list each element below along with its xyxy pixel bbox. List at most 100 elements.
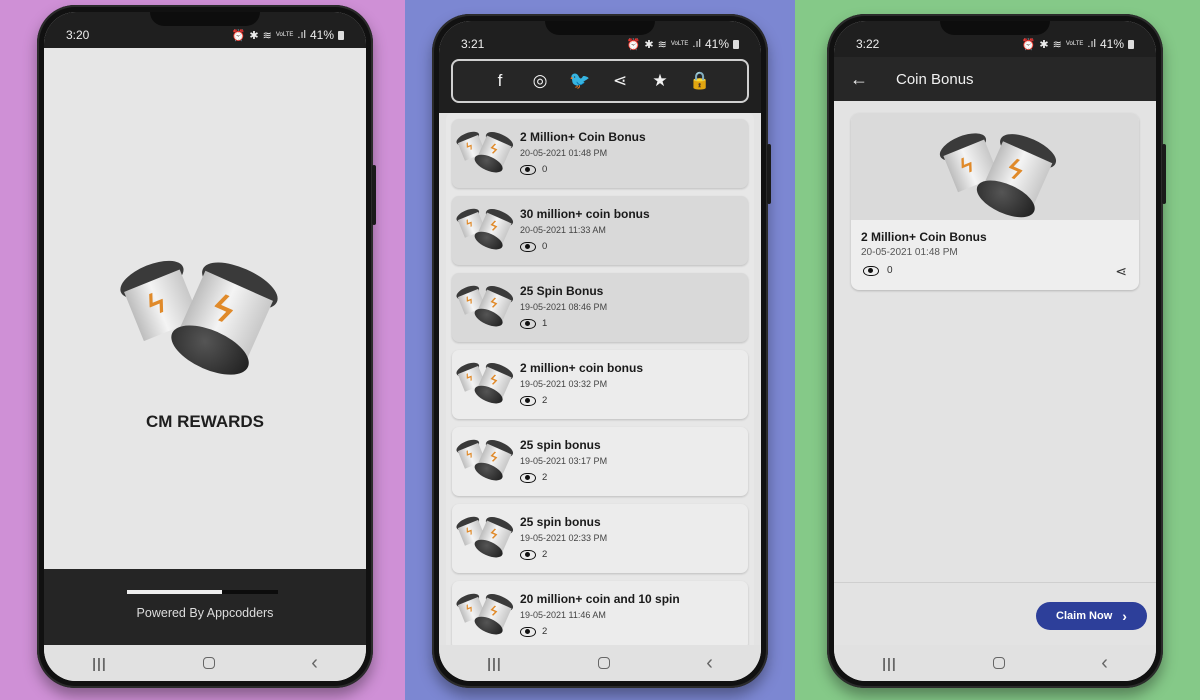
view-count-value: 2 [542,472,548,483]
progress-fill [127,590,223,594]
power-button [372,165,376,225]
bonus-list[interactable]: ϟ ϟ 2 Million+ Coin Bonus 20-05-2021 01:… [446,113,754,645]
item-date: 19-05-2021 02:33 PM [520,533,608,543]
item-views: 2 [520,626,547,637]
divider [834,582,1156,583]
app-bar: ← Coin Bonus [834,57,1156,101]
eye-icon [520,472,536,483]
eye-icon [520,549,536,560]
list-item[interactable]: ϟ ϟ 30 million+ coin bonus 20-05-2021 11… [452,196,748,265]
splash-content: ϟ ϟ CM REWARDS [44,48,366,569]
signal-icon: .ıl [297,29,306,41]
item-title: 25 spin bonus [520,515,601,529]
claim-now-button[interactable]: Claim Now › [1036,602,1147,630]
eye-icon [520,164,536,175]
item-views: 2 [520,395,547,406]
eye-icon [520,395,536,406]
list-item[interactable]: ϟ ϟ 25 Spin Bonus 19-05-2021 08:46 PM 1 [452,273,748,342]
phone-detail: 3:22 ⏰ ✱ ≋ VoLTE .ıl 41% ← Coin Bonus ϟ … [827,14,1166,688]
power-button [767,144,771,204]
phone-splash: 3:20 ⏰ ✱ ≋ VoLTE .ıl 41% ϟ ϟ CM REWARDS [37,5,376,688]
list-screen: 3:21 ⏰ ✱ ≋ VoLTE .ıl 41% f ◎ 🐦 ⋖ ★ 🔒 ϟ ϟ 2 Mi… [439,21,761,681]
coin-thumbnail-icon: ϟ ϟ [454,205,517,254]
phone-list: 3:21 ⏰ ✱ ≋ VoLTE .ıl 41% f ◎ 🐦 ⋖ ★ 🔒 ϟ ϟ 2 Mi… [432,14,771,688]
bonus-date: 20-05-2021 01:48 PM [861,247,958,258]
volte-icon: VoLTE [275,32,294,38]
item-title: 25 spin bonus [520,438,601,452]
battery-percent: 41% [1099,37,1124,51]
coin-thumbnail-icon: ϟ ϟ [454,359,517,408]
wifi-icon: ≋ [657,38,667,51]
item-views: 2 [520,472,547,483]
battery-percent: 41% [309,28,334,42]
splash-screen: 3:20 ⏰ ✱ ≋ VoLTE .ıl 41% ϟ ϟ CM REWARDS [44,12,366,681]
coin-thumbnail-icon: ϟ ϟ [454,436,517,485]
home-icon[interactable] [993,657,1006,669]
signal-icon: .ıl [692,38,701,50]
instagram-icon[interactable]: ◎ [528,71,552,91]
camera-notch [545,21,655,35]
home-icon[interactable] [203,657,216,669]
star-icon[interactable]: ★ [648,71,672,91]
page-title: Coin Bonus [896,70,974,88]
camera-notch [940,21,1050,35]
eye-icon [520,241,536,252]
alarm-icon: ⏰ [231,29,246,42]
item-title: 25 Spin Bonus [520,284,604,298]
list-item[interactable]: ϟ ϟ 2 million+ coin bonus 19-05-2021 03:… [452,350,748,419]
recent-apps-icon[interactable]: ||| [882,655,897,671]
item-views: 2 [520,549,547,560]
item-title: 2 million+ coin bonus [520,361,644,375]
share-icon[interactable]: ⋖ [1115,263,1127,280]
recent-apps-icon[interactable]: ||| [487,655,502,671]
camera-notch [150,12,260,26]
item-date: 20-05-2021 01:48 PM [520,148,608,158]
coin-thumbnail-icon: ϟ ϟ [454,513,517,562]
back-nav-icon[interactable]: ‹ [1101,652,1108,675]
lock-icon[interactable]: 🔒 [688,71,712,91]
twitter-icon[interactable]: 🐦 [568,71,592,91]
status-time: 3:21 [461,37,485,51]
bluetooth-icon: ✱ [1039,38,1049,51]
eye-icon [520,318,536,329]
back-nav-icon[interactable]: ‹ [706,652,713,675]
power-button [1162,144,1166,204]
battery-percent: 41% [704,37,729,51]
view-count-value: 2 [542,626,548,637]
list-item[interactable]: ϟ ϟ 20 million+ coin and 10 spin 19-05-2… [452,581,748,645]
recent-apps-icon[interactable]: ||| [92,655,107,671]
view-count-value: 1 [542,318,548,329]
back-arrow-icon[interactable]: ← [834,69,884,90]
status-bar: 3:22 ⏰ ✱ ≋ VoLTE .ıl 41% [834,21,1156,57]
status-time: 3:22 [856,37,880,51]
battery-icon [1128,39,1134,49]
list-item[interactable]: ϟ ϟ 25 spin bonus 19-05-2021 03:17 PM 2 [452,427,748,496]
battery-icon [338,30,344,40]
bluetooth-icon: ✱ [644,38,654,51]
item-title: 30 million+ coin bonus [520,207,650,221]
system-nav-bar: ||| ‹ [834,645,1156,681]
back-nav-icon[interactable]: ‹ [311,652,318,675]
view-count-value: 2 [542,395,548,406]
detail-screen: 3:22 ⏰ ✱ ≋ VoLTE .ıl 41% ← Coin Bonus ϟ … [834,21,1156,681]
signal-icon: .ıl [1087,38,1096,50]
facebook-icon[interactable]: f [488,71,512,91]
coin-thumbnail-icon: ϟ ϟ [454,128,517,177]
item-views: 1 [520,318,547,329]
social-toolbar: f ◎ 🐦 ⋖ ★ 🔒 [451,59,749,103]
list-item[interactable]: ϟ ϟ 25 spin bonus 19-05-2021 02:33 PM 2 [452,504,748,573]
view-count: 0 [863,265,893,276]
status-time: 3:20 [66,28,90,42]
item-views: 0 [520,164,547,175]
app-name: CM REWARDS [145,412,265,431]
bluetooth-icon: ✱ [249,29,259,42]
list-item[interactable]: ϟ ϟ 2 Million+ Coin Bonus 20-05-2021 01:… [452,119,748,188]
bonus-detail-card: ϟ ϟ 2 Million+ Coin Bonus 20-05-2021 01:… [851,113,1139,290]
view-count-value: 0 [542,164,548,175]
share-icon[interactable]: ⋖ [608,71,632,91]
home-icon[interactable] [598,657,611,669]
status-bar: 3:20 ⏰ ✱ ≋ VoLTE .ıl 41% [44,12,366,48]
wifi-icon: ≋ [262,29,272,42]
eye-icon [520,626,536,637]
system-nav-bar: ||| ‹ [439,645,761,681]
